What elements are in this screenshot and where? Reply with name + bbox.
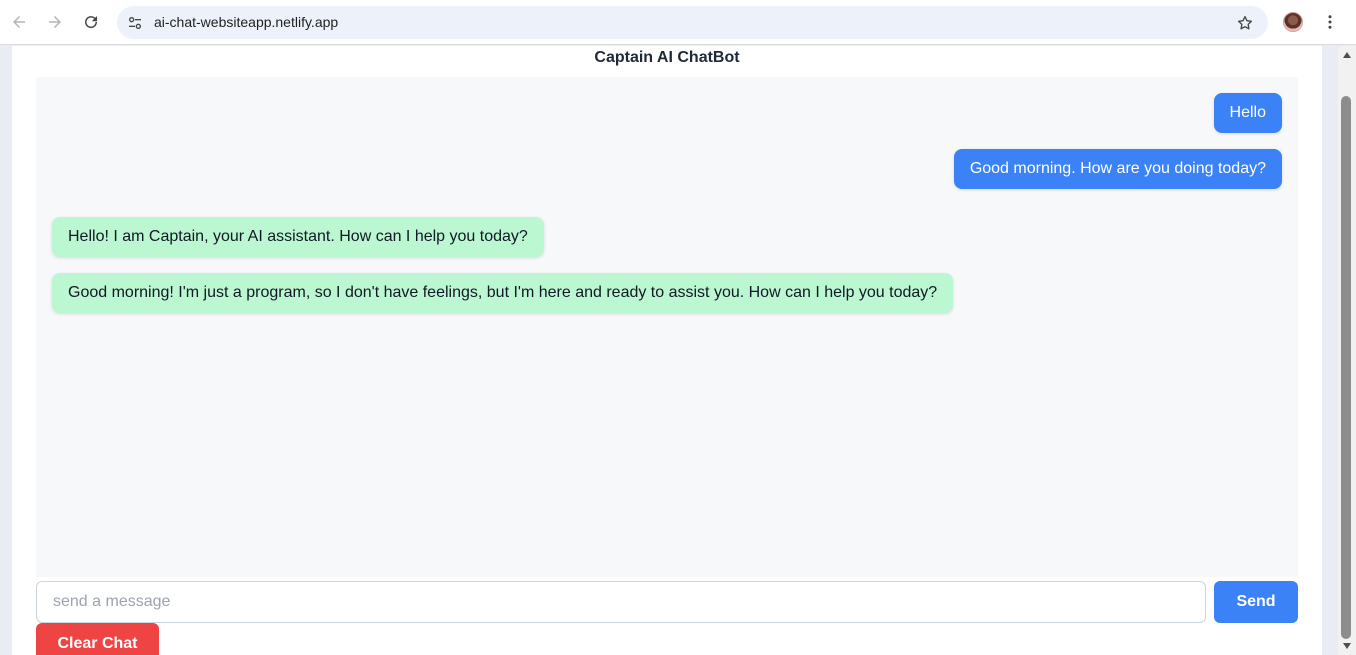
- message-input[interactable]: [36, 581, 1206, 623]
- back-button[interactable]: [6, 9, 32, 35]
- back-icon: [13, 16, 25, 28]
- chevron-up-icon: [1343, 52, 1351, 58]
- bookmark-button[interactable]: [1234, 12, 1256, 34]
- page-title: Captain AI ChatBot: [594, 49, 740, 66]
- star-icon: [1237, 15, 1253, 30]
- scroll-up-button[interactable]: [1338, 48, 1356, 62]
- address-bar[interactable]: ai-chat-websiteapp.netlify.app: [117, 6, 1268, 39]
- browser-menu-button[interactable]: [1318, 10, 1342, 34]
- page-viewport: Captain AI ChatBot Hello Good morning. H…: [0, 46, 1338, 655]
- user-message: Good morning. How are you doing today?: [953, 149, 1282, 189]
- assistant-message: Hello! I am Captain, your AI assistant. …: [52, 217, 544, 257]
- send-button[interactable]: Send: [1214, 581, 1298, 623]
- page-scrollbar[interactable]: [1338, 46, 1356, 655]
- clear-chat-button[interactable]: Clear Chat: [36, 623, 159, 655]
- site-info-button[interactable]: [124, 12, 146, 34]
- chat-container: Captain AI ChatBot Hello Good morning. H…: [12, 46, 1322, 655]
- profile-avatar[interactable]: [1283, 12, 1303, 32]
- url-text: ai-chat-websiteapp.netlify.app: [154, 14, 339, 30]
- chevron-down-icon: [1343, 643, 1351, 649]
- scroll-thumb[interactable]: [1341, 96, 1351, 639]
- browser-toolbar: ai-chat-websiteapp.netlify.app: [0, 0, 1356, 45]
- forward-icon: [49, 16, 61, 28]
- forward-button[interactable]: [42, 9, 68, 35]
- assistant-message: Good morning! I'm just a program, so I d…: [52, 273, 954, 313]
- user-message: Hello: [1213, 93, 1282, 133]
- scroll-down-button[interactable]: [1338, 639, 1356, 653]
- reload-button[interactable]: [78, 9, 104, 35]
- message-list[interactable]: Hello Good morning. How are you doing to…: [36, 77, 1298, 577]
- more-vert-icon: [1328, 15, 1332, 29]
- site-info-icon: [129, 16, 141, 29]
- reload-icon: [85, 16, 98, 29]
